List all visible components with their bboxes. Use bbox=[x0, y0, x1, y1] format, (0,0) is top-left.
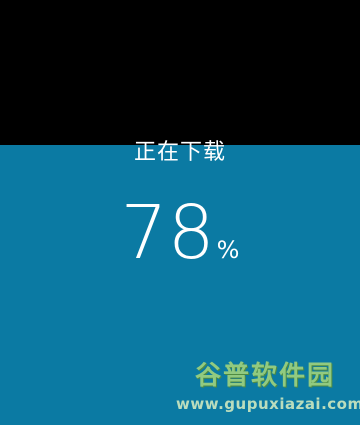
progress-readout: 78% bbox=[0, 196, 360, 270]
watermark-url: www.gupuxiazai.com bbox=[176, 395, 360, 413]
download-progress-screen: 正在下载 78% 谷普软件园 www.gupuxiazai.com bbox=[0, 0, 360, 425]
progress-percent-unit: % bbox=[216, 236, 240, 264]
watermark-title: 谷普软件园 bbox=[194, 361, 335, 391]
progress-percent-value: 78 bbox=[120, 190, 215, 276]
download-status-label: 正在下载 bbox=[133, 140, 226, 165]
watermark-logo: 谷普软件园 www.gupuxiazai.com bbox=[176, 359, 360, 421]
